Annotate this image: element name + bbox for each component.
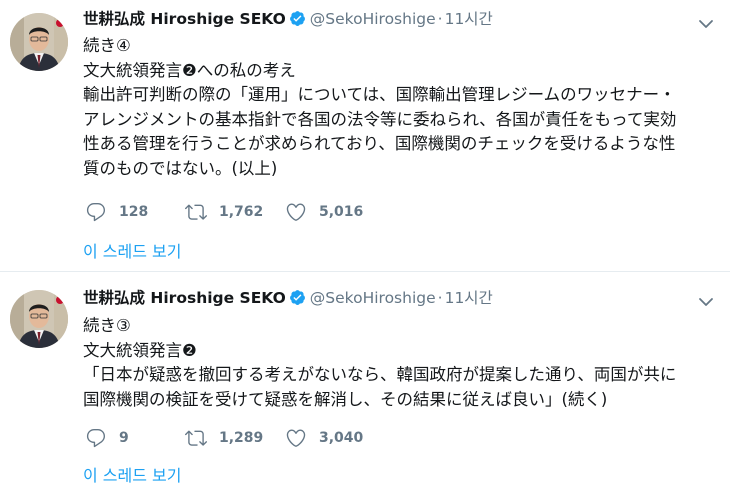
retweet-count: 1,762 (219, 204, 264, 220)
tweet-text: 続き④ 文大統領発言❷への私の考え 輸出許可判断の際の「運用」については、国際輸… (83, 34, 723, 181)
tweet-text-line: 輸出許可判断の際の「運用」については、国際輸出管理レジームのワッセナー・ (83, 85, 676, 104)
like-button[interactable]: 5,016 (285, 200, 363, 224)
tweet-text-line: 「日本が疑惑を撤回する考えがないなら、韓国政府が提案した通り、両国が共に (83, 365, 677, 384)
like-button[interactable]: 3,040 (285, 426, 363, 450)
tweet[interactable]: 世耕弘成 Hiroshige SEKO @SekoHiroshige · 11시간 続… (0, 0, 730, 272)
tweet[interactable]: 世耕弘成 Hiroshige SEKO @SekoHiroshige · 11시간 続… (0, 272, 730, 485)
tweet-text-line: アレンジメントの基本指針で各国の法令等に委ねられ、各国が責任をもって実効 (83, 109, 677, 129)
author-handle[interactable]: @SekoHiroshige (310, 10, 436, 28)
timestamp[interactable]: 11시간 (445, 10, 493, 28)
like-count: 5,016 (319, 204, 364, 220)
avatar[interactable] (10, 13, 68, 71)
author-name[interactable]: 世耕弘成 Hiroshige SEKO (83, 289, 286, 307)
reply-icon (86, 203, 106, 222)
tweet-text: 続き③ 文大統領発言❷ 「日本が疑惑を撤回する考えがないなら、韓国政府が提案した… (83, 314, 723, 412)
reply-count: 128 (119, 204, 149, 220)
like-icon (286, 203, 306, 221)
avatar[interactable] (10, 290, 68, 348)
retweet-count: 1,289 (219, 430, 264, 446)
reply-count: 9 (119, 430, 129, 446)
tweet-text-line: 性ある管理を行うことが求められており、国際機関のチェックを受けるような性 (83, 134, 676, 153)
retweet-icon (185, 430, 207, 446)
tweet-header: 世耕弘成 Hiroshige SEKO @SekoHiroshige · 11시간 (83, 287, 493, 309)
timestamp[interactable]: 11시간 (445, 289, 493, 307)
tweet-text-line: 続き③ (83, 316, 131, 335)
caret-down-icon[interactable] (696, 292, 716, 312)
separator: · (437, 289, 443, 307)
verified-badge-icon (289, 11, 305, 26)
tweet-text-line: 文大統領発言❷ (83, 340, 197, 360)
reply-button[interactable]: 9 (85, 426, 129, 450)
like-count: 3,040 (319, 430, 364, 446)
reply-icon (86, 429, 106, 448)
retweet-button[interactable]: 1,289 (185, 426, 263, 450)
tweet-text-line: 質のものではない。(以上) (83, 158, 278, 178)
show-thread-link[interactable]: 이 스레드 보기 (83, 238, 182, 262)
like-icon (286, 429, 306, 447)
show-thread-link[interactable]: 이 스레드 보기 (83, 462, 182, 486)
tweet-header: 世耕弘成 Hiroshige SEKO @SekoHiroshige · 11시간 (83, 8, 493, 30)
retweet-icon (185, 204, 207, 220)
reply-button[interactable]: 128 (85, 200, 148, 224)
retweet-button[interactable]: 1,762 (185, 200, 263, 224)
author-name[interactable]: 世耕弘成 Hiroshige SEKO (83, 10, 286, 28)
verified-badge-icon (289, 290, 305, 305)
tweet-text-line: 文大統領発言❷への私の考え (83, 60, 296, 80)
separator: · (437, 10, 443, 28)
author-handle[interactable]: @SekoHiroshige (310, 289, 436, 307)
tweet-text-line: 続き④ (83, 36, 131, 55)
tweet-text-line: 国際機関の検証を受けて疑惑を解消し、その結果に従えば良い」(続く) (83, 389, 608, 409)
caret-down-icon[interactable] (696, 14, 716, 34)
